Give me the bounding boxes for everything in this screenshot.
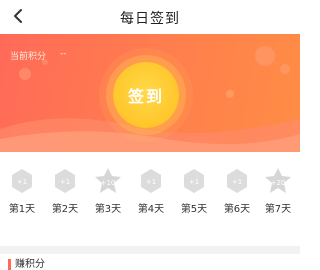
badge-value: +1 — [60, 178, 70, 186]
day-label: 第4天 — [137, 204, 165, 215]
day-item: +1 第2天 — [45, 168, 85, 215]
day-item: +1 第4天 — [131, 168, 171, 215]
day-item: +20 第7天 — [258, 168, 298, 215]
reward-badge-icon: +1 — [184, 169, 204, 193]
star-badge-icon: +20 — [265, 168, 291, 193]
day-label: 第2天 — [51, 204, 79, 215]
section-divider — [0, 246, 300, 254]
badge-value: +1 — [146, 178, 156, 186]
day-item: +1 第1天 — [2, 168, 42, 215]
day-label: 第6天 — [223, 204, 251, 215]
badge-value: +1 — [17, 178, 27, 186]
badge-value: +20 — [271, 179, 286, 187]
badge-value: +1 — [232, 178, 242, 186]
earn-points-heading: 赚积分 — [8, 259, 45, 270]
day-label: 第7天 — [264, 204, 292, 215]
sign-in-days: +1 第1天 +1 第2天 +10 第3天 +1 第4天 +1 第5天 +1 第… — [0, 168, 300, 228]
points-value: -- — [60, 49, 67, 59]
reward-badge-icon: +1 — [12, 169, 32, 193]
day-label: 第1天 — [8, 204, 36, 215]
day-label: 第3天 — [94, 204, 122, 215]
points-label: 当前积分 — [10, 52, 47, 62]
top-bar: 每日签到 — [0, 0, 300, 34]
sign-in-banner: 当前积分 -- 签到 — [0, 34, 300, 152]
badge-value: +10 — [101, 179, 116, 187]
reward-badge-icon: +1 — [55, 169, 75, 193]
reward-badge-icon: +1 — [227, 169, 247, 193]
page-title: 每日签到 — [120, 11, 180, 27]
day-label: 第5天 — [180, 204, 208, 215]
day-item: +10 第3天 — [88, 168, 128, 215]
star-badge-icon: +10 — [95, 168, 121, 193]
sign-in-button[interactable]: 签到 — [113, 62, 179, 128]
reward-badge-icon: +1 — [141, 169, 161, 193]
badge-value: +1 — [189, 178, 199, 186]
day-item: +1 第5天 — [174, 168, 214, 215]
sign-in-label: 签到 — [127, 87, 164, 106]
day-item: +1 第6天 — [217, 168, 257, 215]
